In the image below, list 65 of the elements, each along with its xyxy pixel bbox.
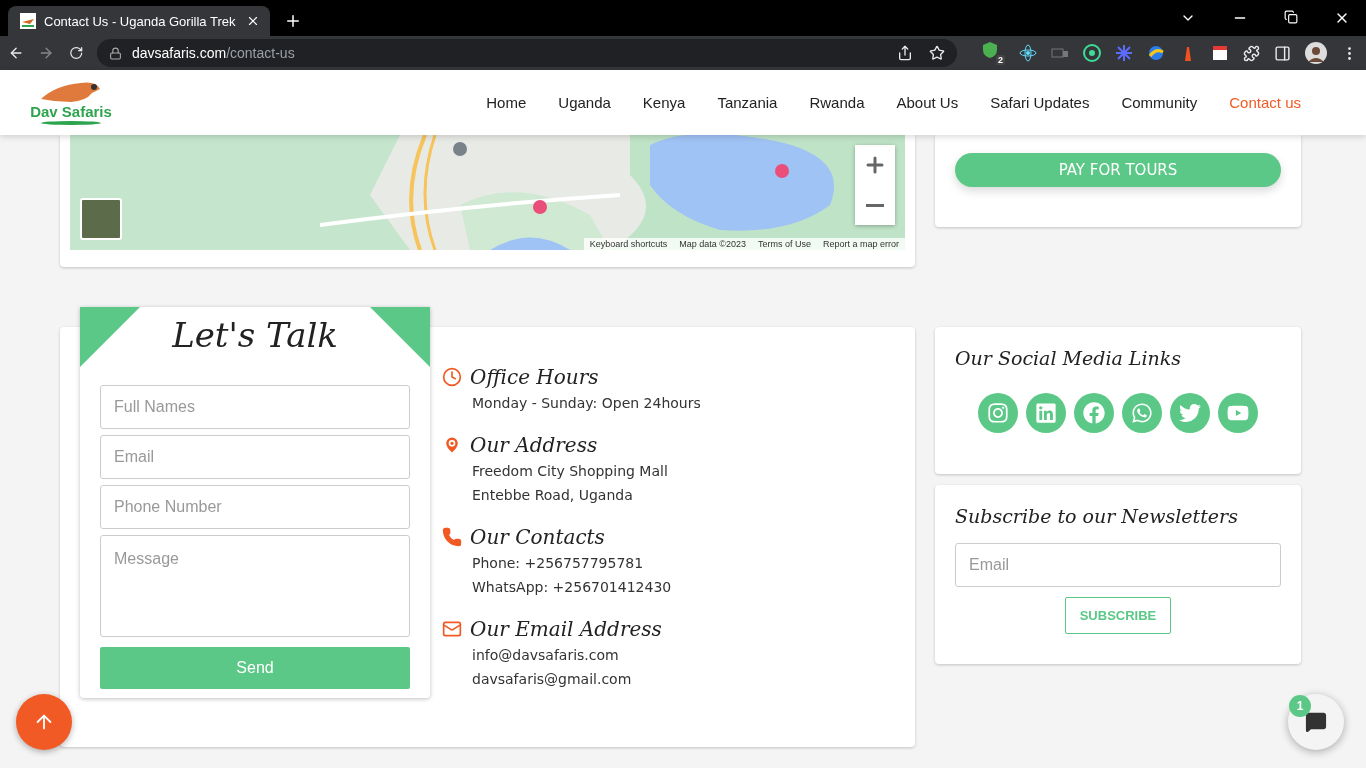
section-heading: Office Hours (470, 365, 599, 389)
tab-title: Contact Us - Uganda Gorilla Trek (44, 13, 237, 29)
info-text: davsafaris@gmail.com (472, 670, 633, 689)
asterisk-icon[interactable] (1115, 44, 1133, 62)
input-field[interactable]: Phone Number (100, 485, 410, 529)
form-title: Let's Talk (170, 315, 339, 355)
browser-tab[interactable]: Contact Us - Uganda Gorilla Trek (8, 6, 270, 36)
nav-link[interactable]: Tanzania (701, 94, 794, 111)
extensions-icon[interactable] (1243, 44, 1260, 62)
url-text: davsafaris.com/contact-us (132, 45, 295, 61)
target-icon[interactable] (1083, 44, 1101, 62)
info-text: info@davsafaris.com (472, 646, 620, 665)
map-pin-icon (442, 435, 462, 455)
mail-icon (442, 619, 462, 639)
atom-icon[interactable] (1019, 44, 1037, 62)
nav-link[interactable]: Community (1105, 94, 1214, 111)
reload-icon[interactable] (68, 45, 83, 61)
calendar-icon[interactable] (1211, 44, 1229, 62)
nav-link[interactable]: Rwanda (793, 94, 881, 111)
info-text: Phone: +256757795781 (472, 554, 645, 573)
section-heading: Our Contacts (470, 525, 605, 549)
nav-link[interactable]: Home (470, 94, 543, 111)
lock-icon (109, 46, 122, 60)
input-field[interactable]: Email (100, 435, 410, 479)
phone-icon (442, 527, 462, 547)
corner-triangle (80, 307, 140, 367)
clock-icon (442, 367, 462, 387)
nav-link[interactable]: Uganda (542, 94, 627, 111)
minus-icon (866, 203, 884, 207)
bookmark-icon[interactable] (929, 45, 945, 61)
favicon-icon (20, 13, 36, 29)
map-attribution-link[interactable]: Report a map error (816, 238, 905, 250)
share-icon[interactable] (897, 45, 913, 61)
side-panel-icon[interactable] (1274, 44, 1291, 62)
address-bar[interactable]: davsafaris.com/contact-us (97, 39, 957, 67)
close-tab-icon[interactable] (246, 14, 260, 28)
card-title: Subscribe to our Newsletters (955, 505, 1239, 527)
section-heading: Our Email Address (470, 617, 662, 641)
info-text: WhatsApp: +256701412430 (472, 578, 673, 597)
nav-link[interactable]: About Us (880, 94, 975, 111)
chat-badge: 1 (1289, 695, 1311, 717)
extension-badge: 2 (996, 55, 1005, 65)
info-text: Entebbe Road, Uganda (472, 486, 634, 505)
email-field[interactable]: Email (955, 543, 1281, 587)
section-heading: Our Address (470, 433, 598, 457)
card-title: Our Social Media Links (955, 347, 1183, 369)
map-attribution-link[interactable]: Keyboard shortcuts (583, 238, 674, 250)
nav-link[interactable]: Safari Updates (974, 94, 1106, 111)
chat-icon (1305, 711, 1327, 733)
map-attribution-link[interactable]: Map data ©2023 (673, 238, 752, 250)
corner-triangle (370, 307, 430, 367)
chat-button[interactable] (1288, 694, 1344, 750)
avatar-icon[interactable] (1305, 42, 1327, 64)
zoom-out-button[interactable] (855, 185, 895, 225)
info-text: Freedom City Shopping Mall (472, 462, 669, 481)
globe-icon[interactable] (1147, 44, 1165, 62)
restore-icon[interactable] (1284, 10, 1298, 24)
message-field[interactable]: Message (100, 535, 410, 637)
map-attribution-link[interactable]: Terms of Use (751, 238, 817, 250)
input-field[interactable]: Full Names (100, 385, 410, 429)
scroll-top-button[interactable] (16, 694, 72, 750)
new-tab-icon[interactable] (284, 12, 302, 30)
zoom-in-button[interactable] (855, 145, 895, 185)
nav-link[interactable]: Kenya (626, 94, 702, 111)
info-text: Monday - Sunday: Open 24hours (472, 394, 701, 413)
